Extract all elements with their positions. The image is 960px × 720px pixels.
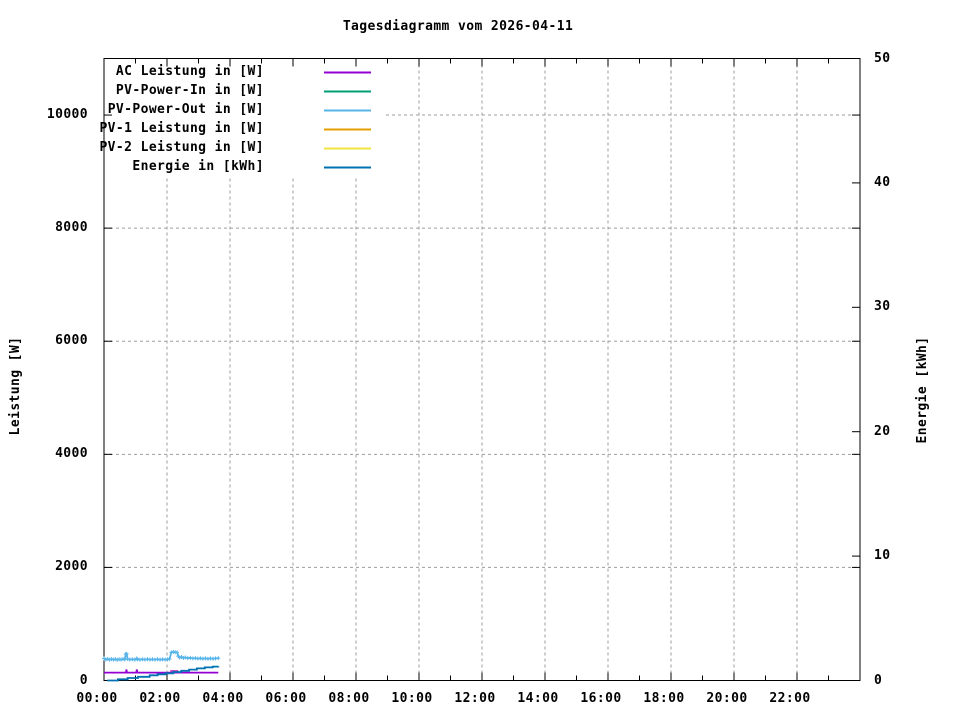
x-tick-label: 20:00 xyxy=(706,692,747,706)
legend-item-label: PV-Power-Out in [W] xyxy=(0,103,264,117)
x-tick-label: 04:00 xyxy=(202,692,243,706)
x-tick-label: 16:00 xyxy=(580,692,621,706)
right-axis-title: Energie [kWh] xyxy=(916,337,930,444)
x-tick-label: 14:00 xyxy=(517,692,558,706)
y-right-tick-label: 40 xyxy=(874,176,890,190)
x-tick-label: 02:00 xyxy=(139,692,180,706)
y-right-tick-label: 50 xyxy=(874,52,890,66)
x-tick-label: 18:00 xyxy=(643,692,684,706)
x-tick-label: 00:00 xyxy=(76,692,117,706)
y-right-tick-label: 30 xyxy=(874,300,890,314)
x-tick-label: 22:00 xyxy=(769,692,810,706)
x-tick-label: 08:00 xyxy=(328,692,369,706)
legend-item-label: Energie in [kWh] xyxy=(0,160,264,174)
legend-item-label: PV-Power-In in [W] xyxy=(0,84,264,98)
left-axis-title: Leistung [W] xyxy=(9,337,23,436)
y-left-tick-label: 4000 xyxy=(0,447,88,461)
y-right-tick-label: 10 xyxy=(874,549,890,563)
series-ac-leistung-in-w- xyxy=(104,670,218,673)
legend-item-label: AC Leistung in [W] xyxy=(0,65,264,79)
x-tick-label: 10:00 xyxy=(391,692,432,706)
x-tick-label: 12:00 xyxy=(454,692,495,706)
gnuplot-window: Tagesdiagramm vom 2026-04-11 Leistung [W… xyxy=(0,0,960,720)
y-right-tick-label: 20 xyxy=(874,425,890,439)
y-left-tick-label: 6000 xyxy=(0,334,88,348)
legend-item-label: PV-1 Leistung in [W] xyxy=(0,122,264,136)
y-left-tick-label: 2000 xyxy=(0,560,88,574)
y-left-tick-label: 8000 xyxy=(0,221,88,235)
y-left-tick-label: 0 xyxy=(0,674,88,688)
x-tick-label: 06:00 xyxy=(265,692,306,706)
series-pv-power-out-in-w- xyxy=(102,650,220,662)
y-right-tick-label: 0 xyxy=(874,674,882,688)
chart-title: Tagesdiagramm vom 2026-04-11 xyxy=(343,20,573,34)
legend-item-label: PV-2 Leistung in [W] xyxy=(0,141,264,155)
